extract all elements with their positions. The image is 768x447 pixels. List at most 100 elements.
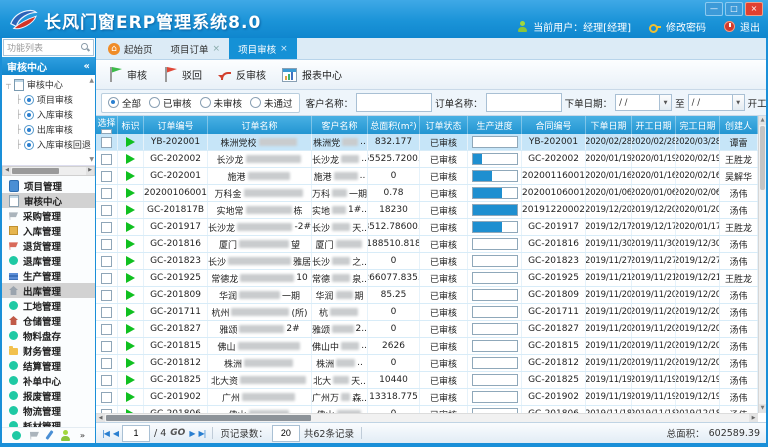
- scroll-thumb[interactable]: [12, 168, 59, 174]
- column-header-order-date[interactable]: 下单日期: [586, 116, 632, 134]
- row-checkbox[interactable]: [101, 239, 112, 250]
- row-checkbox[interactable]: [101, 171, 112, 182]
- column-header-flag[interactable]: 标识: [118, 116, 144, 134]
- edit-icon[interactable]: [45, 430, 53, 440]
- tab-项目订单[interactable]: 项目订单×: [162, 38, 230, 59]
- scroll-up-icon[interactable]: ▲: [759, 116, 766, 125]
- vertical-scrollbar[interactable]: ▲ ▼: [758, 116, 766, 413]
- order-date-from-picker[interactable]: / / ▼: [615, 94, 672, 111]
- row-checkbox[interactable]: [101, 307, 112, 318]
- scroll-left-icon[interactable]: ◀: [96, 414, 105, 422]
- close-tab-icon[interactable]: ×: [213, 44, 221, 54]
- more-icon[interactable]: »: [80, 431, 85, 440]
- horizontal-scrollbar[interactable]: ◀ ▶: [96, 413, 758, 422]
- order-name-input[interactable]: [486, 93, 562, 112]
- row-checkbox[interactable]: [101, 392, 112, 403]
- calendar-dropdown-icon[interactable]: ▼: [659, 95, 671, 110]
- tree-horizontal-scrollbar[interactable]: ◀ ▶: [2, 166, 95, 176]
- table-row[interactable]: 20200106001万科金万科一期0.78已审核202001060012020…: [96, 185, 758, 202]
- tree-item-出库审核[interactable]: ├出库审核: [2, 122, 95, 137]
- tree-scroll-up-icon[interactable]: ▲: [89, 77, 94, 84]
- change-password-button[interactable]: 修改密码: [666, 19, 706, 34]
- column-header-production-progress[interactable]: 生产进度: [468, 116, 522, 134]
- sidebar-item-仓储管理[interactable]: 仓储管理: [2, 313, 95, 328]
- page-number-input[interactable]: [122, 425, 150, 442]
- table-row[interactable]: GC-201925常德龙10常德泉..266077.835..已审核GC-201…: [96, 270, 758, 287]
- scroll-track[interactable]: [105, 414, 749, 422]
- collapse-panel-button[interactable]: «: [84, 61, 90, 72]
- sidebar-item-审核中心[interactable]: 审核中心: [2, 193, 95, 208]
- sidebar-item-生产管理[interactable]: 生产管理: [2, 268, 95, 283]
- table-row[interactable]: GC-201812株洲株洲..0已审核GC-2018122019/11/2020…: [96, 355, 758, 372]
- tab-起始页[interactable]: ⌂起始页: [99, 38, 162, 59]
- table-row[interactable]: YB-202001株洲党校株洲党..832.177已审核YB-202001202…: [96, 134, 758, 151]
- sidebar-item-出库管理[interactable]: 出库管理: [2, 283, 95, 298]
- column-header-customer-name[interactable]: 客户名称: [312, 116, 368, 134]
- row-checkbox[interactable]: [101, 137, 112, 148]
- next-page-button[interactable]: ▶: [189, 429, 194, 438]
- table-row[interactable]: GC-201917长沙龙-2#长沙天..8512.78600..已审核GC-20…: [96, 219, 758, 236]
- row-checkbox[interactable]: [101, 290, 112, 301]
- radio-全部[interactable]: 全部: [108, 96, 141, 110]
- sidebar-item-补单中心[interactable]: 补单中心: [2, 373, 95, 388]
- column-header-finish-date[interactable]: 完工日期: [676, 116, 720, 134]
- table-row[interactable]: GC-202002长沙龙长沙龙..65525.7200..已审核GC-20200…: [96, 151, 758, 168]
- column-header-order-name[interactable]: 订单名称: [208, 116, 312, 134]
- table-row[interactable]: GC-201806佛山佛山0已审核GC-2018062019/11/182019…: [96, 406, 758, 413]
- first-page-button[interactable]: |◀: [102, 429, 109, 438]
- go-button[interactable]: GO: [170, 428, 185, 438]
- tree-item-入库审核[interactable]: ├入库审核: [2, 107, 95, 122]
- tree-item-入库审核回退[interactable]: ├入库审核回退: [2, 137, 95, 152]
- toolbar-button-报表中心[interactable]: 报表中心: [282, 67, 342, 82]
- column-header-order-status[interactable]: 订单状态: [420, 116, 468, 134]
- row-checkbox[interactable]: [101, 256, 112, 267]
- scroll-thumb[interactable]: [760, 126, 765, 190]
- prev-page-button[interactable]: ◀: [113, 429, 118, 438]
- row-checkbox[interactable]: [101, 324, 112, 335]
- scroll-right-icon[interactable]: ▶: [86, 167, 94, 175]
- close-tab-icon[interactable]: ×: [280, 44, 288, 54]
- sidebar-item-退货管理[interactable]: 退货管理: [2, 238, 95, 253]
- tree-root-audit-center[interactable]: ┬ 审核中心: [2, 77, 95, 92]
- close-button[interactable]: ×: [745, 2, 763, 16]
- row-checkbox[interactable]: [101, 341, 112, 352]
- column-header-contract-no[interactable]: 合同编号: [522, 116, 586, 134]
- column-header-start-date[interactable]: 开工日期: [632, 116, 676, 134]
- table-row[interactable]: GC-201823长沙雅居长沙之..0已审核GC-2018232019/11/2…: [96, 253, 758, 270]
- radio-已审核[interactable]: 已审核: [149, 96, 192, 110]
- tree-scroll-down-icon[interactable]: ▼: [89, 156, 94, 163]
- row-checkbox[interactable]: [101, 205, 112, 216]
- tree-item-项目审核[interactable]: ├项目审核: [2, 92, 95, 107]
- scroll-left-icon[interactable]: ◀: [3, 167, 11, 175]
- row-checkbox[interactable]: [101, 154, 112, 165]
- column-header-total-area[interactable]: 总面积(m²): [368, 116, 420, 134]
- sidebar-item-物流管理[interactable]: 物流管理: [2, 403, 95, 418]
- sidebar-item-入库管理[interactable]: 入库管理: [2, 223, 95, 238]
- radio-未审核[interactable]: 未审核: [200, 96, 243, 110]
- scroll-down-icon[interactable]: ▼: [759, 404, 766, 413]
- order-date-to-picker[interactable]: / / ▼: [688, 94, 745, 111]
- radio-未通过[interactable]: 未通过: [250, 96, 293, 110]
- column-header-order-no[interactable]: 订单编号: [144, 116, 208, 134]
- sidebar-item-物料盘存[interactable]: 物料盘存: [2, 328, 95, 343]
- toolbar-button-驳回[interactable]: 驳回: [163, 67, 202, 82]
- user-icon[interactable]: [60, 430, 71, 441]
- toolbar-button-反审核[interactable]: 反审核: [218, 67, 266, 82]
- table-row[interactable]: GC-201711杭州(所)杭0已审核GC-2017112019/11/2020…: [96, 304, 758, 321]
- scroll-right-icon[interactable]: ▶: [749, 414, 758, 422]
- page-size-input[interactable]: [272, 425, 300, 442]
- row-checkbox[interactable]: [101, 222, 112, 233]
- logout-button[interactable]: 退出: [740, 19, 760, 34]
- calendar-dropdown-icon[interactable]: ▼: [732, 95, 744, 110]
- table-row[interactable]: GC-201817B实地常栋实地1#..18230已审核201912200022…: [96, 202, 758, 219]
- cart-icon[interactable]: [30, 431, 39, 440]
- table-row[interactable]: GC-201815佛山佛山中..2626已审核GC-2018152019/11/…: [96, 338, 758, 355]
- sidebar-item-报废管理[interactable]: 报废管理: [2, 388, 95, 403]
- maximize-button[interactable]: □: [725, 2, 743, 16]
- row-checkbox[interactable]: [101, 375, 112, 386]
- sidebar-item-结算管理[interactable]: 结算管理: [2, 358, 95, 373]
- sidebar-item-采购管理[interactable]: 采购管理: [2, 208, 95, 223]
- column-header-select[interactable]: 选择: [96, 116, 118, 134]
- customer-name-input[interactable]: [356, 93, 432, 112]
- table-row[interactable]: GC-201902广州广州万森..13318.775已审核GC-20190220…: [96, 389, 758, 406]
